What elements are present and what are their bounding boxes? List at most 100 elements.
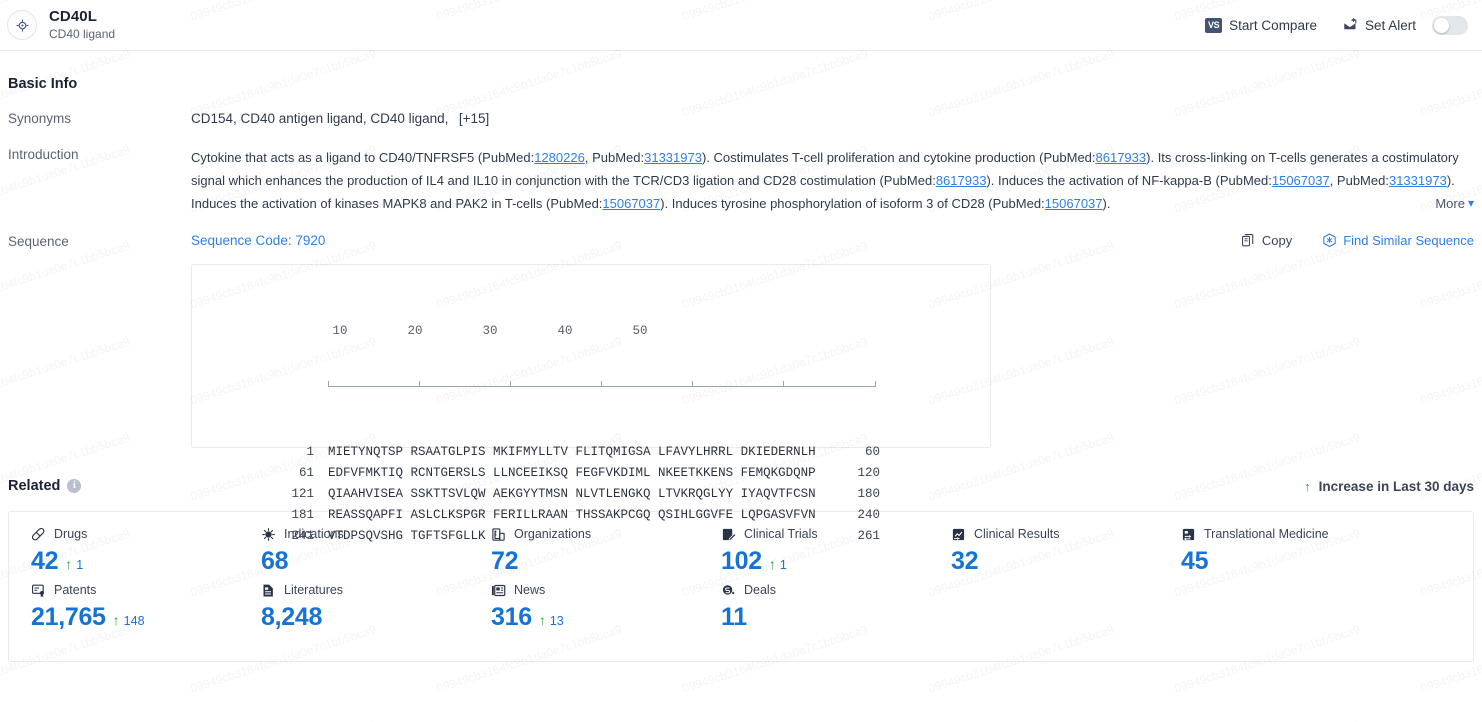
- introduction-label: Introduction: [8, 147, 79, 162]
- sequence-code-link[interactable]: Sequence Code: 7920: [191, 233, 325, 248]
- sequence-end-index: 60: [864, 445, 880, 459]
- watermark-text: 09949cb3164fc9b1da0e7c1bb5bca9: [681, 718, 870, 722]
- related-card-label: Translational Medicine: [1204, 527, 1329, 541]
- set-alert-control[interactable]: Set Alert: [1343, 15, 1468, 35]
- copy-button[interactable]: Copy: [1241, 233, 1292, 248]
- watermark-text: 09949cb3164fc9b1da0e7c1bb5bca9: [0, 718, 132, 722]
- sequence-residues[interactable]: QIAAHVISEA SSKTTSVLQW AEKGYYTMSN NLVTLEN…: [314, 484, 816, 505]
- patent-icon: [32, 584, 44, 597]
- watermark-text: 09949cb3164fc9b1da0e7c1bb5bca9: [435, 718, 624, 722]
- introduction-text-run: ).: [1102, 196, 1111, 211]
- sequence-start-index: 181: [291, 508, 314, 522]
- watermark-text: 09949cb3164fc9b1da0e7c1bb5bca9: [1173, 718, 1362, 722]
- set-alert-toggle[interactable]: [1432, 15, 1468, 35]
- set-alert-label: Set Alert: [1364, 17, 1416, 33]
- related-heading-label: Related: [8, 478, 61, 494]
- related-card-patents[interactable]: Patents 21,765 ↑ 148: [9, 580, 239, 632]
- related-card-header: Clinical Trials: [721, 524, 929, 544]
- find-similar-sequence-icon: [1323, 233, 1336, 248]
- related-card-news[interactable]: News 316 ↑ 13: [469, 580, 699, 632]
- related-card-delta: ↑ 1: [65, 557, 83, 572]
- related-card-delta-value: 148: [123, 614, 145, 628]
- related-card-header: Patents: [31, 580, 239, 600]
- pubmed-link[interactable]: 15067037: [602, 196, 660, 211]
- sequence-row-line: 61 EDFVFMKTIQ RCNTGERSLS LLNCEEIKSQ FEGFV…: [192, 463, 990, 484]
- related-card-label: Organizations: [514, 527, 592, 541]
- related-card-organizations[interactable]: Organizations 72: [469, 524, 699, 576]
- related-card-clinical-results[interactable]: Clinical Results 32: [929, 524, 1159, 576]
- related-card-header: Literatures: [261, 580, 469, 600]
- target-crosshair-icon: [7, 10, 37, 40]
- related-card-header: Organizations: [491, 524, 699, 544]
- start-compare-button[interactable]: VS Start Compare: [1205, 17, 1317, 33]
- find-similar-sequence-label: Find Similar Sequence: [1343, 233, 1474, 248]
- related-card-header: Clinical Results: [951, 524, 1159, 544]
- pubmed-link[interactable]: 15067037: [1272, 173, 1330, 188]
- sequence-row-line: 121 QIAAHVISEA SSKTTSVLQW AEKGYYTMSN NLVT…: [192, 484, 990, 505]
- related-card-value: 45: [1181, 547, 1209, 575]
- related-card-delta: ↑ 1: [769, 557, 787, 572]
- introduction-text-run: ). Induces the activation of NF-kappa-B …: [986, 173, 1272, 188]
- pubmed-link[interactable]: 31331973: [1389, 173, 1447, 188]
- related-card-value-row: 32: [951, 547, 1159, 576]
- page-title-block: CD40L CD40 ligand: [49, 8, 115, 41]
- introduction-text-run: ). Costimulates T-cell proliferation and…: [701, 150, 1096, 165]
- increase-legend: ↑ Increase in Last 30 days: [1304, 479, 1474, 494]
- related-card-header: News: [491, 580, 699, 600]
- related-card-delta-value: 13: [549, 614, 564, 628]
- related-cards-panel: Drugs 42 ↑ 1 Indications 68 Organizations 72 Cli…: [8, 511, 1474, 662]
- related-card-value-row: 45: [1181, 547, 1389, 576]
- related-card-literatures[interactable]: Literatures 8,248: [239, 580, 469, 632]
- related-card-label: Clinical Trials: [744, 527, 818, 541]
- related-card-label: News: [514, 583, 546, 597]
- pubmed-link[interactable]: 8617933: [936, 173, 987, 188]
- related-card-label: Literatures: [284, 583, 344, 597]
- related-card-delta-value: 1: [76, 558, 84, 572]
- related-card-header: Deals: [721, 580, 929, 600]
- pubmed-link[interactable]: 8617933: [1096, 150, 1147, 165]
- news-icon: [491, 584, 506, 596]
- related-card-translational-medicine[interactable]: Translational Medicine 45: [1159, 524, 1389, 576]
- vs-icon: VS: [1205, 17, 1223, 33]
- related-card-label: Indications: [284, 527, 344, 541]
- synonyms-values: CD154, CD40 antigen ligand, CD40 ligand,: [191, 111, 449, 126]
- related-card-indications[interactable]: Indications 68: [239, 524, 469, 576]
- sequence-body: Sequence Code: 7920 Copy Find Similar Se…: [191, 233, 1474, 543]
- deals-icon: [722, 584, 736, 595]
- info-icon[interactable]: i: [67, 479, 82, 493]
- sequence-start-index: 121: [291, 487, 314, 501]
- related-card-drugs[interactable]: Drugs 42 ↑ 1: [9, 524, 239, 576]
- sequence-ruler-numbers: 10 20 30 40 50: [280, 324, 648, 338]
- related-card-value-row: 316 ↑ 13: [491, 603, 699, 632]
- related-card-delta-value: 1: [779, 558, 787, 572]
- increase-legend-label: Increase in Last 30 days: [1318, 478, 1474, 494]
- copy-icon: [1241, 234, 1254, 247]
- related-card-value: 316: [491, 603, 532, 631]
- related-cards-row-2: Patents 21,765 ↑ 148 Literatures 8,248 News 316…: [9, 580, 1473, 636]
- page-content: Basic Info Synonyms CD154, CD40 antigen …: [0, 76, 1482, 662]
- basic-info-heading-label: Basic Info: [8, 76, 78, 92]
- related-card-value: 102: [721, 547, 762, 575]
- related-card-deals[interactable]: Deals 11: [699, 580, 929, 632]
- related-card-delta: ↑ 148: [113, 613, 145, 628]
- related-card-value: 8,248: [261, 603, 323, 631]
- pubmed-link[interactable]: 15067037: [1045, 196, 1103, 211]
- related-card-clinical-trials[interactable]: Clinical Trials 102 ↑ 1: [699, 524, 929, 576]
- sequence-residues[interactable]: REASSQAPFI ASLCLKSPGR FERILLRAAN THSSAKP…: [314, 505, 816, 526]
- sequence-row-line: 181 REASSQAPFI ASLCLKSPGR FERILLRAAN THSS…: [192, 505, 990, 526]
- related-card-value: 72: [491, 547, 519, 575]
- synonyms-more-link[interactable]: [+15]: [459, 111, 489, 126]
- transfer-doc-icon: [1182, 528, 1195, 540]
- pubmed-link[interactable]: 31331973: [644, 150, 702, 165]
- sequence-ruler: 10 20 30 40 50: [192, 279, 990, 429]
- up-arrow-icon: ↑: [768, 556, 776, 572]
- find-similar-sequence-button[interactable]: Find Similar Sequence: [1322, 233, 1474, 248]
- document-icon: [263, 584, 273, 596]
- related-card-label: Patents: [54, 583, 97, 597]
- related-card-value-row: 21,765 ↑ 148: [31, 603, 239, 632]
- related-card-value: 32: [951, 547, 979, 575]
- related-card-header: Drugs: [31, 524, 239, 544]
- introduction-more-button[interactable]: More ▾: [1431, 192, 1474, 215]
- up-arrow-icon: ↑: [112, 612, 120, 628]
- pubmed-link[interactable]: 1280226: [534, 150, 585, 165]
